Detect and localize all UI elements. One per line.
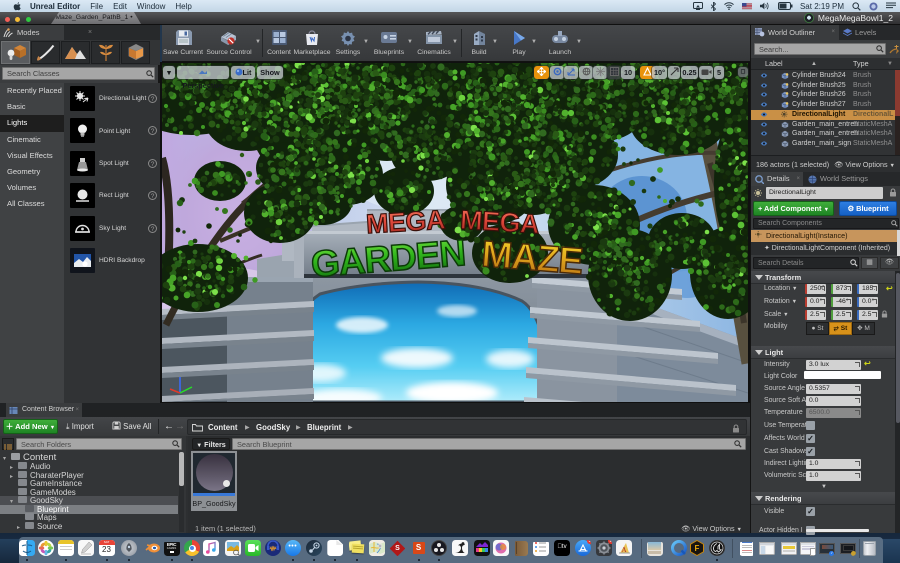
svg-text:F: F [694, 544, 699, 553]
svg-text:MAZE: MAZE [480, 233, 584, 282]
svg-text:A: A [621, 546, 626, 554]
